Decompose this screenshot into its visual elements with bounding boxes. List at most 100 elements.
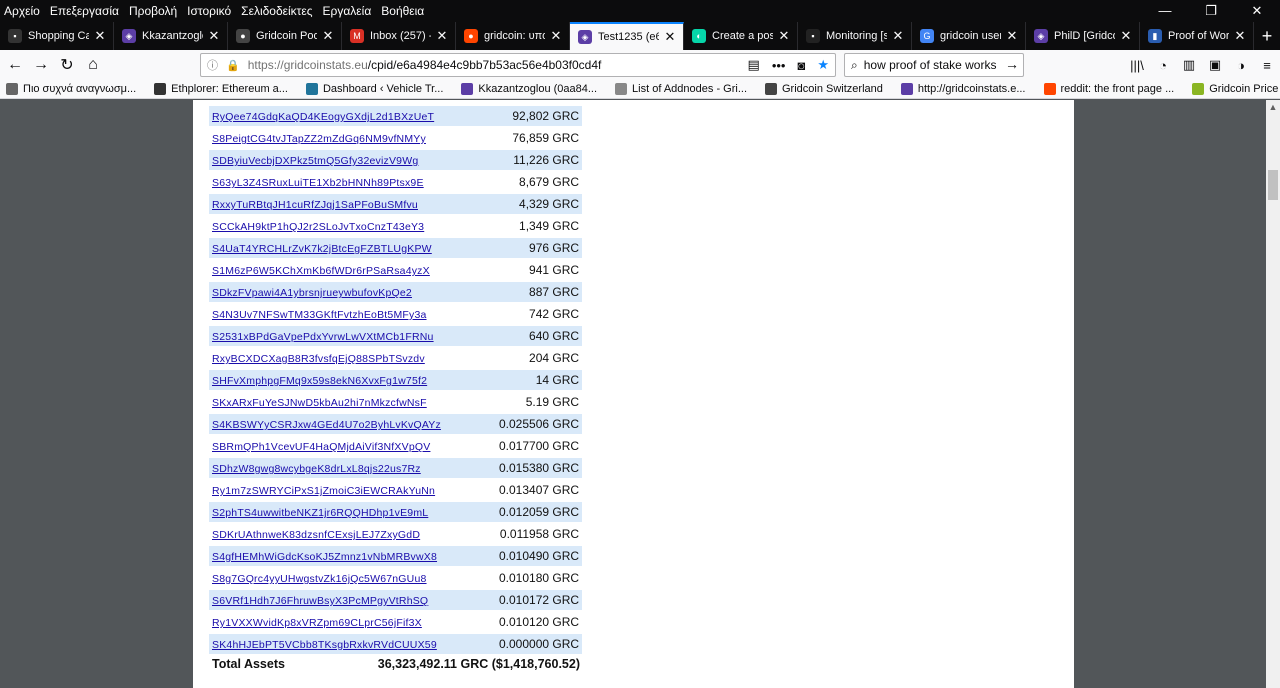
bookmark-label: Kkazantzoglou (0aa84... — [478, 83, 598, 95]
reddit-icon — [1043, 83, 1056, 95]
home-button[interactable]: ⌂ — [80, 52, 106, 78]
address-link[interactable]: S8g7GQrc4yyUHwgstvZk16jQc5W67nGUu8 — [212, 573, 427, 585]
scroll-up-arrow-icon[interactable]: ▲ — [1266, 100, 1280, 114]
reload-button[interactable]: ↻ — [54, 52, 80, 78]
maximize-button[interactable]: ❐ — [1188, 0, 1234, 22]
address-link[interactable]: Ry1m7zSWRYCiPxS1jZmoiC3iEWCRAkYuNn — [212, 485, 435, 497]
browser-tab[interactable]: M Inbox (257) - kk ✕ — [342, 22, 456, 50]
search-go-arrow-icon[interactable]: → — [1005, 56, 1019, 72]
browser-tab[interactable]: ▪ Monitoring [se ✕ — [798, 22, 912, 50]
browser-tab[interactable]: ▪ Shopping Cart ✕ — [0, 22, 114, 50]
address-link[interactable]: S8PeigtCG4tvJTapZZ2mZdGq6NM9vfNMYy — [212, 133, 426, 145]
address-link[interactable]: RxyBCXDCXagB8R3fvsfqEjQ88SPbTSvzdv — [212, 353, 425, 365]
browser-tab[interactable]: ▮ Proof of Work v ✕ — [1140, 22, 1254, 50]
search-input[interactable]: how proof of stake works — [864, 58, 997, 72]
address-link[interactable]: Ry1VXXWvidKp8xVRZpm69CLprC56jFif3X — [212, 617, 422, 629]
address-link[interactable]: SDByiuVecbjDXPkz5tmQ5Gfy32evizV9Wg — [212, 155, 418, 167]
address-link[interactable]: S6VRf1Hdh7J6FhruwBsyX3PcMPgyVtRhSQ — [212, 595, 428, 607]
address-link[interactable]: SKxARxFuYeSJNwD5kbAu2hi7nMkzcfwNsF — [212, 397, 427, 409]
pocket-icon[interactable]: ◙ — [797, 58, 805, 73]
bookmark-item[interactable]: reddit: the front page ... — [1038, 83, 1174, 95]
address-link[interactable]: S4gfHEMhWiGdcKsoKJ5Zmnz1vNbMRBvwX8 — [212, 551, 437, 563]
amount-cell: 1,349 GRC — [519, 219, 580, 233]
menu-item[interactable]: Επεξεργασία — [50, 4, 119, 18]
address-link[interactable]: RyQee74GdqKaQD4KEogyGXdjL2d1BXzUeT — [212, 111, 434, 123]
address-link[interactable]: SDkzFVpawi4A1ybrsnjrueywbufovKpQe2 — [212, 287, 412, 299]
browser-tab[interactable]: ● gridcoin: υποβ ✕ — [456, 22, 570, 50]
address-cell: S4UaT4YRCHLrZvK7k2jBtcEgFZBTLUgKPW — [209, 238, 499, 258]
back-button[interactable]: ← — [2, 52, 28, 78]
address-link[interactable]: S2531xBPdGaVpePdxYvrwLwVXtMCb1FRNu — [212, 331, 434, 343]
bookmark-item[interactable]: Πιο συχνά αναγνωσμ... — [0, 83, 136, 95]
menu-item[interactable]: Σελιδοδείκτες — [241, 4, 312, 18]
menu-icon[interactable]: ≡ — [1254, 58, 1280, 73]
close-tab-icon[interactable]: ✕ — [1233, 28, 1247, 44]
address-link[interactable]: SBRmQPh1VcevUF4HaQMjdAiVif3NfXVpQV — [212, 441, 430, 453]
address-link[interactable]: SCCkAH9ktP1hQJ2r2SLoJvTxoCnzT43eY3 — [212, 221, 424, 233]
browser-tab[interactable]: ◈ Kkazantzoglou ✕ — [114, 22, 228, 50]
close-tab-icon[interactable]: ✕ — [321, 28, 335, 44]
amount-cell: 14 GRC — [499, 370, 583, 390]
address-link[interactable]: S63yL3Z4SRuxLuiTE1Xb2bHNNh89Ptsx9E — [212, 177, 424, 189]
browser-tab[interactable]: ● Gridcoin Pool ✕ — [228, 22, 342, 50]
address-link[interactable]: SDKrUAthnweK83dzsnfCExsjLEJ7ZxyGdD — [212, 529, 420, 541]
close-tab-icon[interactable]: ✕ — [549, 28, 563, 44]
menu-item[interactable]: Προβολή — [129, 4, 177, 18]
menu-item[interactable]: Εργαλεία — [323, 4, 372, 18]
reader-icon[interactable]: ▥ — [1176, 57, 1202, 73]
bookmark-item[interactable]: Dashboard ‹ Vehicle Tr... — [300, 83, 443, 95]
scrollbar-thumb[interactable] — [1268, 170, 1278, 200]
close-tab-icon[interactable]: ✕ — [891, 28, 905, 44]
browser-tab[interactable]: ◐ Create a post — ✕ — [684, 22, 798, 50]
menu-item[interactable]: Ιστορικό — [187, 4, 231, 18]
close-tab-icon[interactable]: ✕ — [1119, 28, 1133, 44]
minimize-button[interactable]: — — [1142, 0, 1188, 22]
extension-icon[interactable]: ◑ — [1228, 58, 1254, 73]
page-scrollbar[interactable]: ▲ — [1266, 100, 1280, 688]
search-bar[interactable]: ⌕ how proof of stake works → — [844, 53, 1024, 77]
address-link[interactable]: SDhzW8gwg8wcybgeK8drLxL8qjs22us7Rz — [212, 463, 421, 475]
browser-tab[interactable]: ◈ PhilD [Gridcoin ✕ — [1026, 22, 1140, 50]
bookmark-item[interactable]: List of Addnodes - Gri... — [609, 83, 747, 95]
url-bar[interactable]: ⓘ 🔒 https://gridcoinstats.eu/cpid/e6a498… — [200, 53, 836, 77]
address-link[interactable]: S4UaT4YRCHLrZvK7k2jBtcEgFZBTLUgKPW — [212, 243, 432, 255]
reader-view-icon[interactable]: ▤ — [748, 57, 760, 73]
address-link[interactable]: RxxyTuRBtqJH1cuRfZJqj1SaPFoBuSMfvu — [212, 199, 418, 211]
amount-cell: 92,802 GRC — [499, 106, 583, 126]
gridcoin-icon: ◈ — [1034, 29, 1048, 43]
lock-icon[interactable]: 🔒 — [226, 59, 240, 72]
amount-cell: 0.013407 GRC — [499, 483, 580, 497]
address-link[interactable]: SHFvXmphpgFMq9x59s8ekN6XvxFg1w75f2 — [212, 375, 427, 387]
bookmark-item[interactable]: http://gridcoinstats.e... — [895, 83, 1026, 95]
sync-icon[interactable]: ◔ — [1150, 58, 1176, 73]
library-icon[interactable]: |||\ — [1124, 58, 1150, 73]
address-link[interactable]: S1M6zP6W5KChXmKb6fWDr6rPSaRsa4yzX — [212, 265, 430, 277]
amount-cell: 976 GRC — [499, 238, 583, 258]
bookmark-item[interactable]: Kkazantzoglou (0aa84... — [455, 83, 597, 95]
address-link[interactable]: S4KBSWYyCSRJxw4GEd4U7o2ByhLvKvQAYz — [212, 419, 441, 431]
new-tab-button[interactable]: + — [1254, 22, 1280, 50]
close-tab-icon[interactable]: ✕ — [435, 28, 449, 44]
bookmark-item[interactable]: Gridcoin Price Chart (... — [1186, 83, 1280, 95]
bookmark-item[interactable]: Ethplorer: Ethereum a... — [148, 83, 288, 95]
info-icon[interactable]: ⓘ — [207, 57, 218, 73]
bookmark-star-icon[interactable]: ★ — [817, 57, 829, 73]
close-tab-icon[interactable]: ✕ — [777, 28, 791, 44]
menu-item[interactable]: Αρχείο — [4, 4, 40, 18]
close-tab-icon[interactable]: ✕ — [663, 29, 677, 45]
page-actions-icon[interactable]: ••• — [772, 58, 786, 73]
close-window-button[interactable]: ✕ — [1234, 0, 1280, 22]
close-tab-icon[interactable]: ✕ — [93, 28, 107, 44]
close-tab-icon[interactable]: ✕ — [1005, 28, 1019, 44]
address-link[interactable]: SK4hHJEbPT5VCbb8TKsgbRxkvRVdCUUX59 — [212, 639, 437, 651]
address-cell: S4N3Uv7NFSwTM33GKftFvtzhEoBt5MFy3a — [209, 304, 499, 324]
sidebar-icon[interactable]: ▣ — [1202, 57, 1228, 73]
forward-button[interactable]: → — [28, 52, 54, 78]
menu-item[interactable]: Βοήθεια — [381, 4, 424, 18]
browser-tab[interactable]: ◈ Test1235 (e6a4f ✕ — [570, 22, 684, 50]
close-tab-icon[interactable]: ✕ — [207, 28, 221, 44]
bookmark-item[interactable]: Gridcoin Switzerland — [759, 83, 883, 95]
address-link[interactable]: S2phTS4uwwitbeNKZ1jr6RQQHDhp1vE9mL — [212, 507, 428, 519]
browser-tab[interactable]: Ggridcoin user te ✕ — [912, 22, 1026, 50]
address-link[interactable]: S4N3Uv7NFSwTM33GKftFvtzhEoBt5MFy3a — [212, 309, 427, 321]
